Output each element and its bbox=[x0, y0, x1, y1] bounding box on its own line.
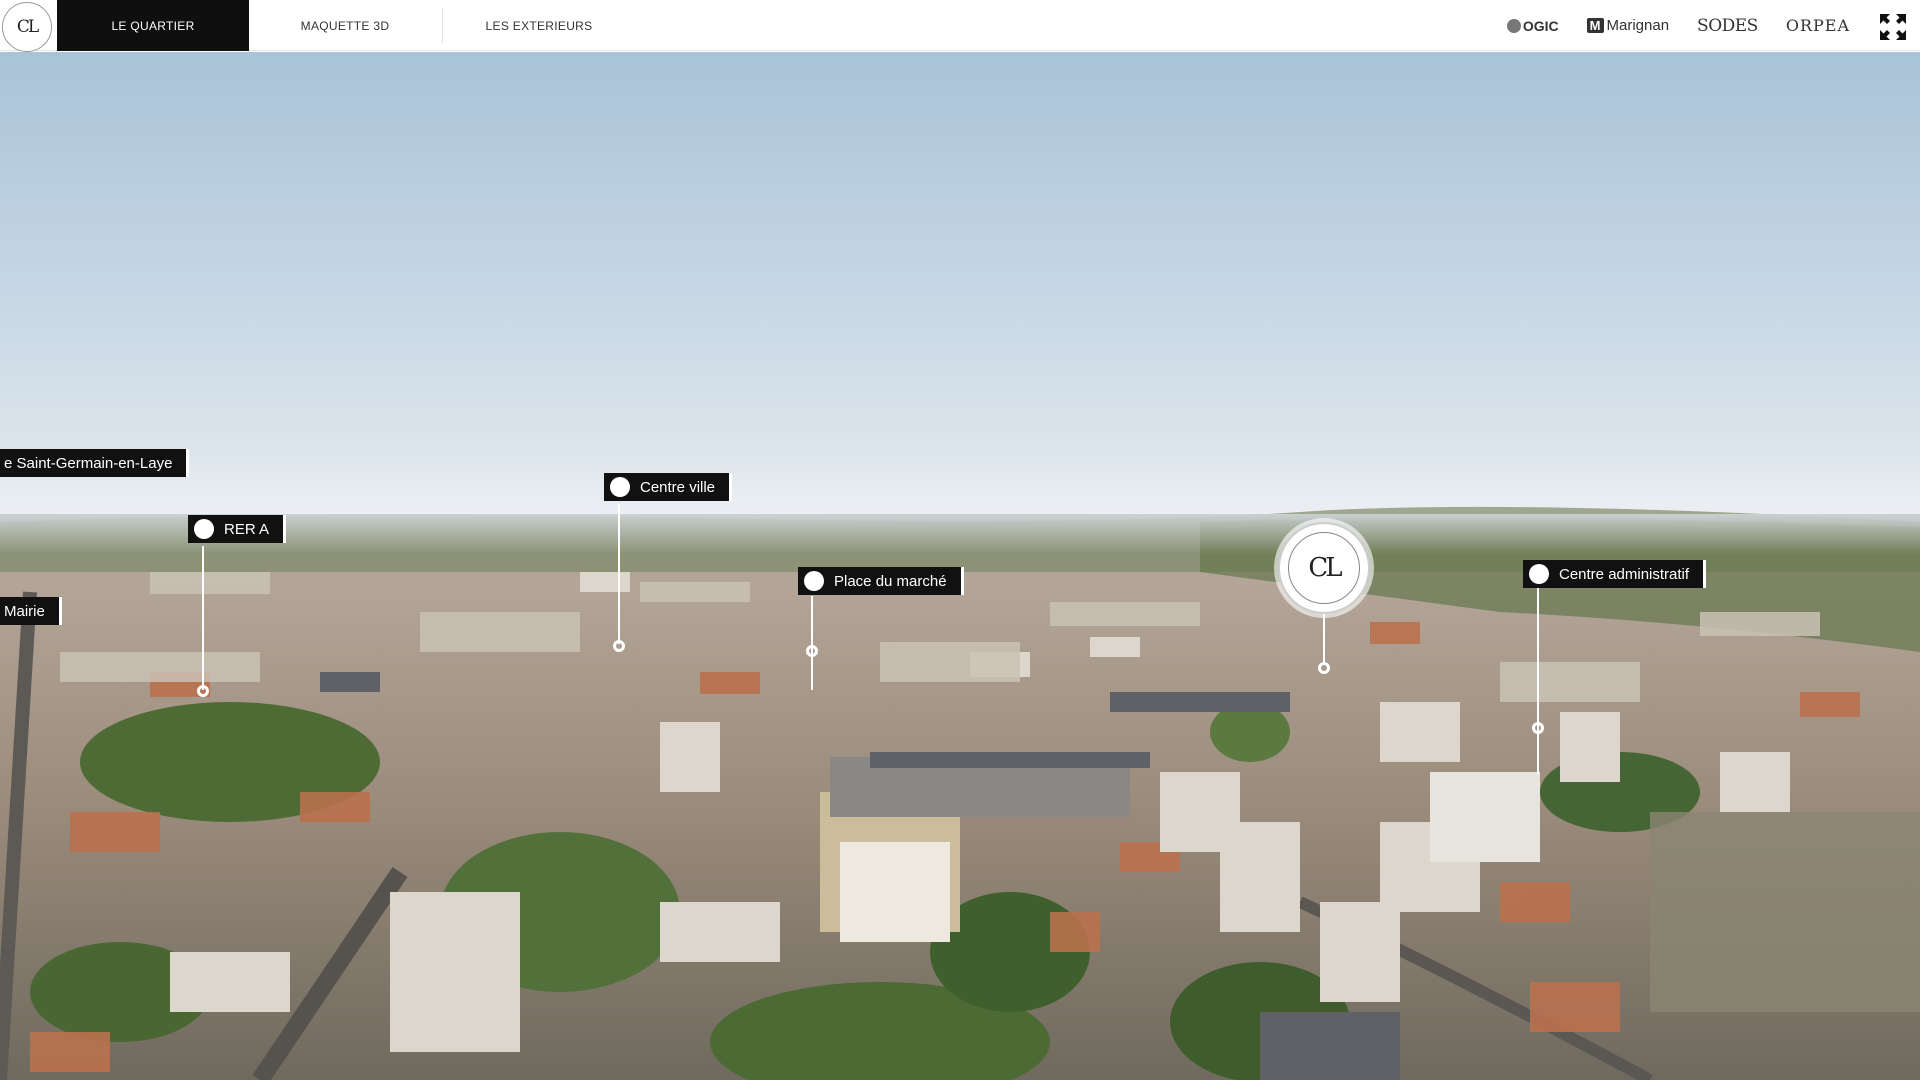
marker-chateau-saint-germain[interactable]: e Saint-Germain-en-Laye bbox=[0, 449, 190, 477]
marker-anchor bbox=[1532, 722, 1544, 734]
marker-stem bbox=[1537, 582, 1539, 774]
marker-label: Centre administratif bbox=[1559, 565, 1690, 583]
tab-le-quartier[interactable]: LE QUARTIER bbox=[57, 0, 249, 51]
marker-anchor bbox=[613, 640, 625, 652]
marker-rer-a[interactable]: RER A bbox=[188, 515, 287, 543]
partner-logos: OGIC M Marignan SODES ORPEA bbox=[1506, 0, 1850, 51]
marker-pin-icon bbox=[1529, 564, 1549, 584]
marker-stem bbox=[811, 596, 813, 690]
tab-label: MAQUETTE 3D bbox=[300, 18, 390, 33]
marker-label: e Saint-Germain-en-Laye bbox=[4, 454, 173, 472]
brand-monogram: CL bbox=[16, 17, 39, 37]
marignan-logo-mark: M bbox=[1586, 18, 1604, 33]
marker-pin-icon bbox=[610, 477, 630, 497]
marignan-logo: M Marignan bbox=[1586, 17, 1670, 34]
marker-stem bbox=[618, 504, 620, 644]
top-navigation-bar: CL LE QUARTIER MAQUETTE 3D LES EXTERIEUR… bbox=[0, 0, 1920, 52]
marker-mairie[interactable]: Mairie bbox=[0, 597, 62, 625]
project-location-badge[interactable]: CL bbox=[1278, 522, 1370, 614]
tab-les-exterieurs[interactable]: LES EXTERIEURS bbox=[443, 0, 635, 51]
ogic-logo-text: OGIC bbox=[1522, 17, 1559, 34]
fullscreen-icon[interactable] bbox=[1880, 14, 1906, 40]
ogic-logo: OGIC bbox=[1506, 17, 1559, 34]
aerial-panorama-view[interactable]: e Saint-Germain-en-Laye RER A Centre vil… bbox=[0, 52, 1920, 1080]
marker-place-du-marche[interactable]: Place du marché bbox=[798, 567, 964, 595]
marker-label: Place du marché bbox=[834, 572, 947, 590]
brand-logo[interactable]: CL bbox=[2, 2, 52, 52]
marker-label: Centre ville bbox=[640, 478, 716, 496]
marker-pin-icon bbox=[194, 519, 214, 539]
marignan-logo-text: Marignan bbox=[1606, 17, 1670, 34]
tab-label: LES EXTERIEURS bbox=[485, 18, 593, 33]
marker-centre-ville[interactable]: Centre ville bbox=[604, 473, 733, 501]
marker-stem bbox=[202, 546, 204, 690]
marker-label: RER A bbox=[224, 520, 270, 538]
marker-pin-icon bbox=[804, 571, 824, 591]
marker-label: Mairie bbox=[4, 602, 45, 620]
ogic-logo-mark-icon bbox=[1506, 18, 1521, 33]
marker-anchor bbox=[806, 645, 818, 657]
tab-maquette-3d[interactable]: MAQUETTE 3D bbox=[249, 0, 441, 51]
sodes-logo: SODES bbox=[1697, 15, 1758, 36]
marker-anchor bbox=[197, 685, 209, 697]
marker-centre-administratif[interactable]: Centre administratif bbox=[1523, 560, 1707, 588]
tab-label: LE QUARTIER bbox=[111, 18, 195, 33]
marker-anchor bbox=[1318, 662, 1330, 674]
badge-ring bbox=[1288, 532, 1360, 604]
orpea-logo: ORPEA bbox=[1785, 16, 1850, 35]
